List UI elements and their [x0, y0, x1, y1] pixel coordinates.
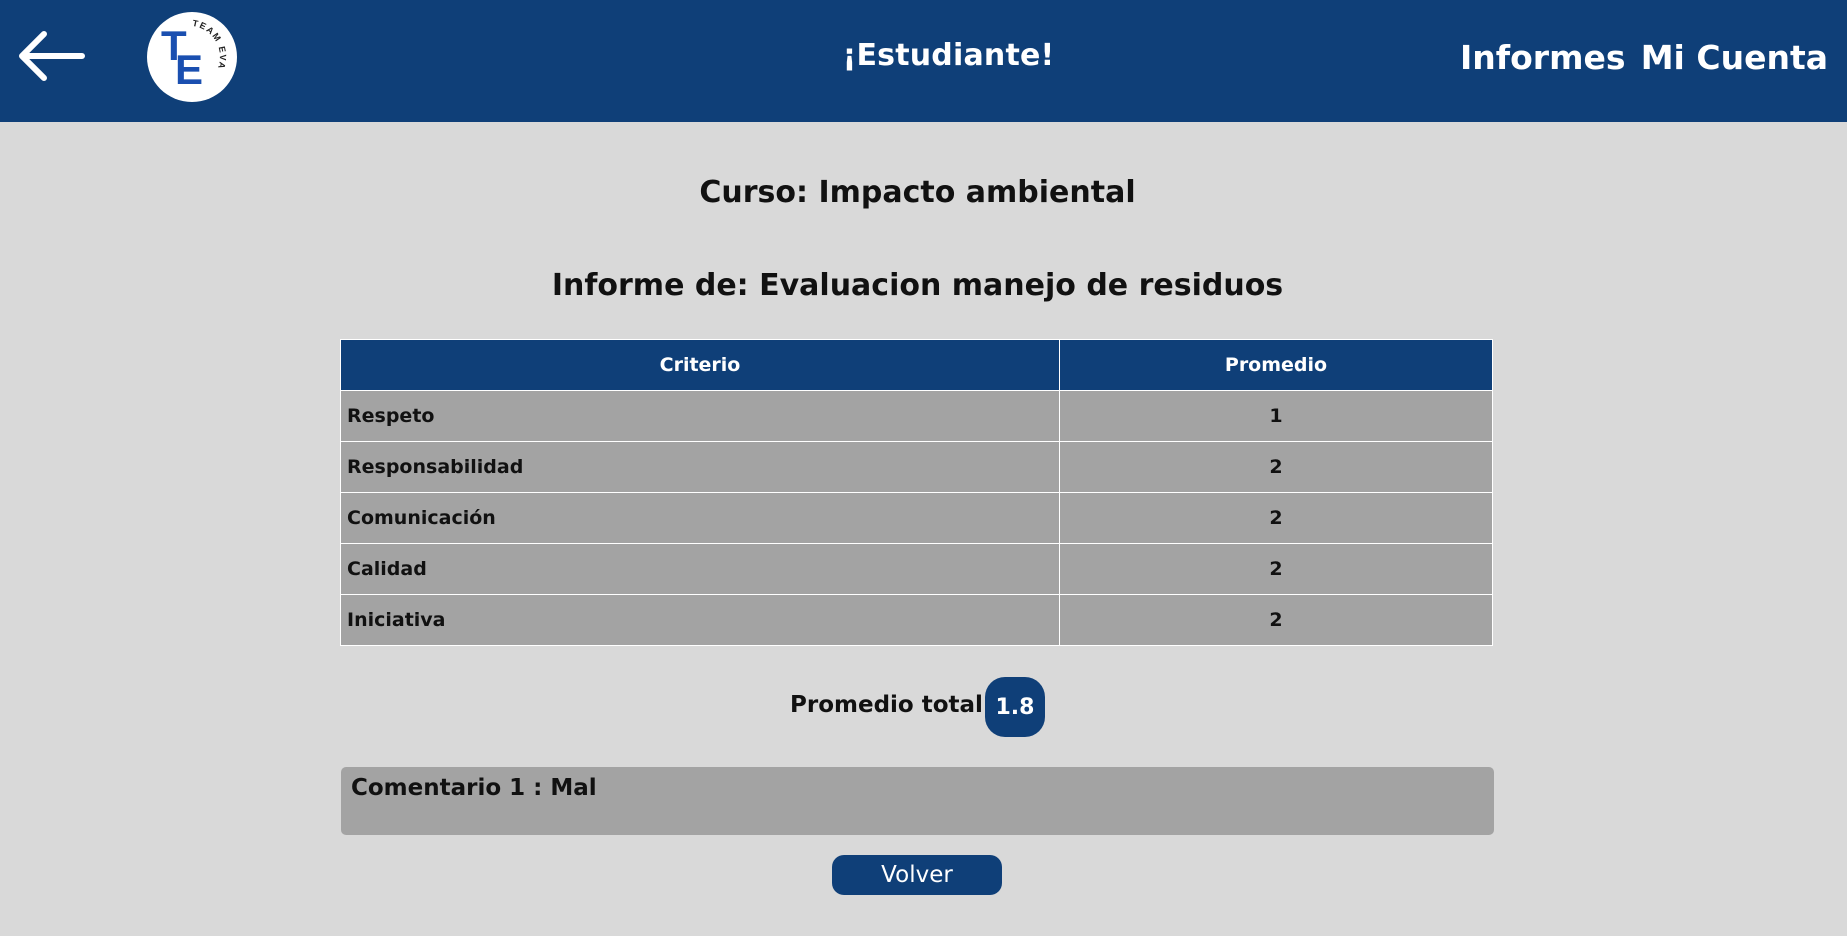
table-row: Responsabilidad 2 — [340, 441, 1493, 493]
criterion-name: Respeto — [340, 390, 1060, 442]
criterion-average: 1 — [1059, 390, 1493, 442]
nav-link-informes[interactable]: Informes — [1460, 38, 1625, 77]
course-title: Curso: Impacto ambiental — [699, 175, 1136, 210]
criterion-average: 2 — [1059, 441, 1493, 493]
column-header-promedio: Promedio — [1059, 339, 1493, 391]
table-header-row: Criterio Promedio — [340, 339, 1493, 391]
criterion-average: 2 — [1059, 492, 1493, 544]
nav-link-mi-cuenta[interactable]: Mi Cuenta — [1641, 38, 1828, 77]
table-row: Comunicación 2 — [340, 492, 1493, 544]
total-average-badge: 1.8 — [985, 677, 1045, 737]
table-row: Respeto 1 — [340, 390, 1493, 442]
table-row: Calidad 2 — [340, 543, 1493, 595]
top-navbar: T E TEAM EVAL ¡Estudiante! Informes Mi C… — [0, 0, 1847, 122]
criterion-name: Iniciativa — [340, 594, 1060, 646]
criterion-name: Comunicación — [340, 492, 1060, 544]
table-row: Iniciativa 2 — [340, 594, 1493, 646]
criterion-name: Calidad — [340, 543, 1060, 595]
column-header-criterio: Criterio — [340, 339, 1060, 391]
comment-text: Comentario 1 : Mal — [351, 775, 597, 801]
report-title: Informe de: Evaluacion manejo de residuo… — [551, 268, 1284, 303]
comment-card: Comentario 1 : Mal — [341, 767, 1494, 835]
criterion-average: 2 — [1059, 594, 1493, 646]
criteria-table: Criterio Promedio Respeto 1 Responsabili… — [340, 339, 1493, 646]
total-average-label: Promedio total: — [790, 692, 993, 718]
criterion-average: 2 — [1059, 543, 1493, 595]
criterion-name: Responsabilidad — [340, 441, 1060, 493]
volver-button[interactable]: Volver — [832, 855, 1002, 895]
